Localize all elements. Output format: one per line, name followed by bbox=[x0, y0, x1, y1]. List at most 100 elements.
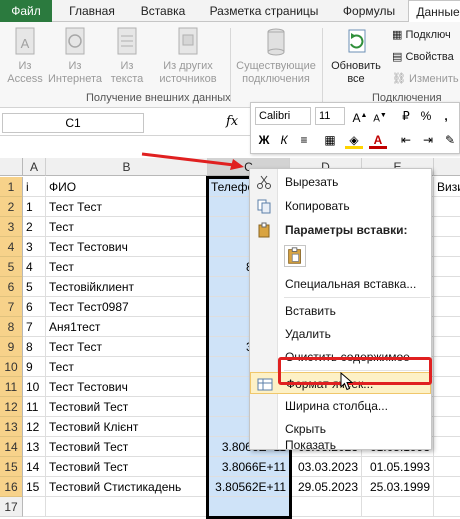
row-header[interactable]: 14 bbox=[0, 437, 23, 457]
cell-a[interactable]: 3 bbox=[23, 237, 46, 257]
cell-b[interactable]: Тестовійклиент bbox=[46, 277, 208, 297]
font-color-icon[interactable]: A bbox=[369, 131, 387, 149]
row-header[interactable]: 15 bbox=[0, 457, 23, 477]
cell-f[interactable] bbox=[434, 497, 460, 517]
column-header-a[interactable]: A bbox=[23, 158, 46, 176]
cell-b[interactable]: Тестовий Стистикадень bbox=[46, 477, 208, 497]
bold-icon[interactable]: Ж bbox=[255, 131, 273, 149]
row-header[interactable]: 17 bbox=[0, 497, 23, 517]
cell-a[interactable]: 12 bbox=[23, 417, 46, 437]
cell-b[interactable]: Тестовий Тест bbox=[46, 457, 208, 477]
cell-b[interactable]: Тест bbox=[46, 357, 208, 377]
percent-style-button[interactable]: % bbox=[417, 107, 435, 125]
cell-a[interactable]: 9 bbox=[23, 357, 46, 377]
cell-f[interactable] bbox=[434, 377, 460, 397]
edit-links-button[interactable]: ⛓ Изменить bbox=[392, 72, 459, 86]
menu-item-column-width[interactable]: Ширина столбца... bbox=[250, 395, 431, 417]
cell-d[interactable]: 29.05.2023 bbox=[290, 477, 362, 497]
cell-f[interactable] bbox=[434, 277, 460, 297]
cell-a[interactable]: 14 bbox=[23, 457, 46, 477]
accounting-format-icon[interactable]: ₽ bbox=[397, 107, 415, 125]
cell-a[interactable]: i bbox=[23, 177, 46, 197]
name-box[interactable]: C1 bbox=[2, 113, 144, 133]
italic-icon[interactable]: К bbox=[275, 131, 293, 149]
cell-a[interactable] bbox=[23, 497, 46, 517]
cell-d[interactable]: 03.03.2023 bbox=[290, 457, 362, 477]
cell-b[interactable]: Тест bbox=[46, 217, 208, 237]
select-all-corner[interactable] bbox=[0, 158, 23, 176]
menu-item-copy[interactable]: Копировать bbox=[250, 195, 431, 217]
cell-a[interactable]: 13 bbox=[23, 437, 46, 457]
cell-f[interactable] bbox=[434, 457, 460, 477]
cell-b[interactable]: Аня1тест bbox=[46, 317, 208, 337]
tab-insert[interactable]: Вставка bbox=[130, 0, 196, 22]
cell-b[interactable]: Тест Тест bbox=[46, 197, 208, 217]
align-center-icon[interactable]: ≡ bbox=[295, 131, 313, 149]
tab-data[interactable]: Данные bbox=[408, 0, 460, 23]
cell-b[interactable]: ФИО bbox=[46, 177, 208, 197]
column-header-f[interactable] bbox=[434, 158, 460, 176]
cell-f[interactable] bbox=[434, 237, 460, 257]
borders-icon[interactable]: ▦ bbox=[321, 131, 339, 149]
cell-e[interactable]: 25.03.1999 bbox=[362, 477, 434, 497]
row-header[interactable]: 4 bbox=[0, 237, 23, 257]
cell-f[interactable] bbox=[434, 437, 460, 457]
menu-item-insert[interactable]: Вставить bbox=[250, 300, 431, 322]
cell-b[interactable]: Тест Тест bbox=[46, 337, 208, 357]
cell-b[interactable]: Тестовий Клієнт bbox=[46, 417, 208, 437]
format-painter-icon[interactable]: ✎ bbox=[441, 131, 459, 149]
row-header[interactable]: 3 bbox=[0, 217, 23, 237]
increase-decimal-icon[interactable]: ⇥ bbox=[419, 131, 437, 149]
cell-b[interactable]: Тест Тестович bbox=[46, 377, 208, 397]
cell-f[interactable] bbox=[434, 297, 460, 317]
fx-icon[interactable]: fx bbox=[226, 114, 238, 129]
from-other-sources-button[interactable]: Из других источников bbox=[150, 26, 226, 86]
tab-formulas[interactable]: Формулы bbox=[332, 0, 406, 22]
grow-font-icon[interactable]: A▲ bbox=[351, 107, 369, 125]
font-name-field[interactable]: Calibri bbox=[255, 107, 311, 125]
existing-connections-button[interactable]: Существующие подключения bbox=[234, 26, 318, 86]
cell-a[interactable]: 11 bbox=[23, 397, 46, 417]
cell-f[interactable] bbox=[434, 337, 460, 357]
from-text-button[interactable]: Из текста bbox=[106, 26, 148, 86]
cell-e[interactable]: 01.05.1993 bbox=[362, 457, 434, 477]
row-header[interactable]: 13 bbox=[0, 417, 23, 437]
cell-f[interactable] bbox=[434, 217, 460, 237]
cell-a[interactable]: 15 bbox=[23, 477, 46, 497]
cell-b[interactable]: Тест bbox=[46, 257, 208, 277]
cell-a[interactable]: 2 bbox=[23, 217, 46, 237]
row-header[interactable]: 16 bbox=[0, 477, 23, 497]
comma-style-button[interactable]: , bbox=[437, 107, 455, 125]
shrink-font-icon[interactable]: A▼ bbox=[371, 107, 389, 125]
row-header[interactable]: 5 bbox=[0, 257, 23, 277]
cell-f[interactable] bbox=[434, 317, 460, 337]
cell-b[interactable]: Тестовий Тест bbox=[46, 397, 208, 417]
from-web-button[interactable]: Из Интернета bbox=[46, 26, 104, 86]
cell-a[interactable]: 4 bbox=[23, 257, 46, 277]
tab-home[interactable]: Главная bbox=[56, 0, 128, 22]
fill-color-icon[interactable]: ◈ bbox=[345, 131, 363, 149]
cell-e[interactable] bbox=[362, 497, 434, 517]
cell-f[interactable] bbox=[434, 257, 460, 277]
tab-page-layout[interactable]: Разметка страницы bbox=[198, 0, 330, 22]
cell-b[interactable]: Тестовий Тест bbox=[46, 437, 208, 457]
cell-a[interactable]: 7 bbox=[23, 317, 46, 337]
cell-f[interactable] bbox=[434, 197, 460, 217]
row-header[interactable]: 2 bbox=[0, 197, 23, 217]
tab-file[interactable]: Файл bbox=[0, 0, 52, 22]
menu-item-hide[interactable]: Скрыть bbox=[250, 418, 431, 440]
row-header[interactable]: 7 bbox=[0, 297, 23, 317]
cell-a[interactable]: 10 bbox=[23, 377, 46, 397]
cell-a[interactable]: 8 bbox=[23, 337, 46, 357]
cell-f[interactable] bbox=[434, 397, 460, 417]
menu-item-delete[interactable]: Удалить bbox=[250, 323, 431, 345]
cell-a[interactable]: 1 bbox=[23, 197, 46, 217]
row-header[interactable]: 12 bbox=[0, 397, 23, 417]
row-header[interactable]: 1 bbox=[0, 177, 23, 197]
row-header[interactable]: 6 bbox=[0, 277, 23, 297]
properties-button[interactable]: ▤ Свойства bbox=[392, 50, 454, 64]
cell-f[interactable]: Визи bbox=[434, 177, 460, 197]
cell-f[interactable] bbox=[434, 477, 460, 497]
font-size-field[interactable]: 11 bbox=[315, 107, 345, 125]
cell-d[interactable] bbox=[290, 497, 362, 517]
